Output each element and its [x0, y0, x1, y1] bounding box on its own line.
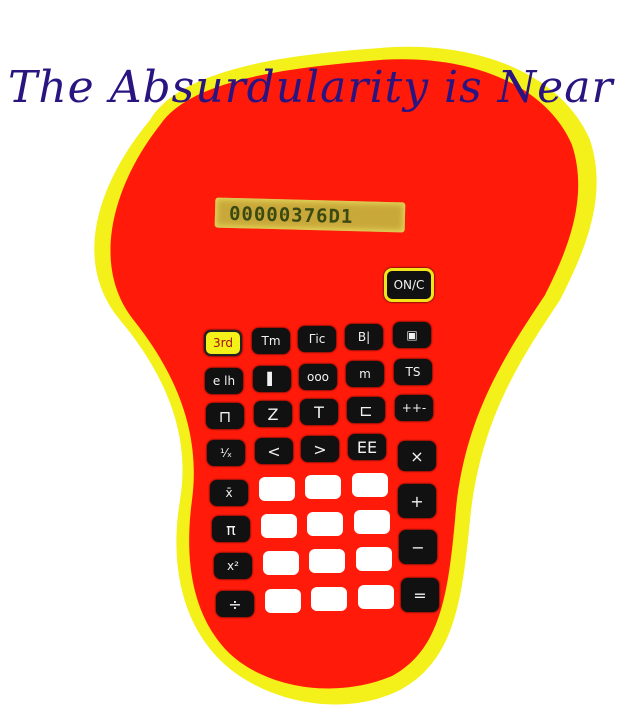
key-r1c2[interactable]: Tm	[252, 328, 290, 354]
key-r1c3[interactable]: Γic	[298, 326, 336, 352]
number-key[interactable]	[261, 514, 297, 538]
mean-key[interactable]: x̄	[210, 480, 248, 506]
pi-key[interactable]: π	[212, 516, 250, 542]
key-r3c4[interactable]: ⊏	[347, 397, 385, 423]
divide-key[interactable]: ÷	[216, 591, 254, 617]
key-r1c5[interactable]: ▣	[393, 322, 431, 348]
equals-key[interactable]: =	[401, 578, 439, 612]
on-clear-button[interactable]: ON/C	[384, 268, 434, 302]
key-r3c1[interactable]: ⊓	[206, 403, 244, 429]
key-r1c4[interactable]: B|	[345, 324, 383, 350]
number-key[interactable]	[356, 547, 392, 571]
greater-than-key[interactable]: >	[301, 436, 339, 462]
plus-key[interactable]: +	[398, 484, 436, 518]
square-key[interactable]: x²	[214, 553, 252, 579]
key-r3c2[interactable]: Z	[254, 401, 292, 427]
number-key[interactable]	[305, 475, 341, 499]
number-key[interactable]	[358, 585, 394, 609]
number-key[interactable]	[311, 587, 347, 611]
multiply-key[interactable]: ×	[398, 441, 436, 471]
key-r3c5[interactable]: ++-	[395, 395, 433, 421]
number-key[interactable]	[352, 473, 388, 497]
key-r2c5[interactable]: TS	[394, 359, 432, 385]
page-title: The Absurdularity is Near	[8, 62, 614, 113]
key-r3c3[interactable]: T	[300, 399, 338, 425]
number-key[interactable]	[263, 551, 299, 575]
key-r2c4[interactable]: m	[346, 361, 384, 387]
number-key[interactable]	[309, 549, 345, 573]
number-key[interactable]	[265, 589, 301, 613]
number-key[interactable]	[259, 477, 295, 501]
less-than-key[interactable]: <	[255, 438, 293, 464]
key-r2c2[interactable]: ▌	[253, 366, 291, 392]
ee-key[interactable]: EE	[348, 434, 386, 460]
number-key[interactable]	[307, 512, 343, 536]
key-r2c3[interactable]: ooo	[299, 364, 337, 390]
number-key[interactable]	[354, 510, 390, 534]
third-function-button[interactable]: 3rd	[204, 330, 242, 356]
minus-key[interactable]: −	[399, 530, 437, 564]
display-reading: 00000376D1	[228, 202, 354, 229]
key-r2c1[interactable]: e lh	[205, 368, 243, 394]
calculator-display: 00000376D1	[214, 197, 406, 233]
reciprocal-key[interactable]: ¹⁄ₓ	[207, 440, 245, 466]
